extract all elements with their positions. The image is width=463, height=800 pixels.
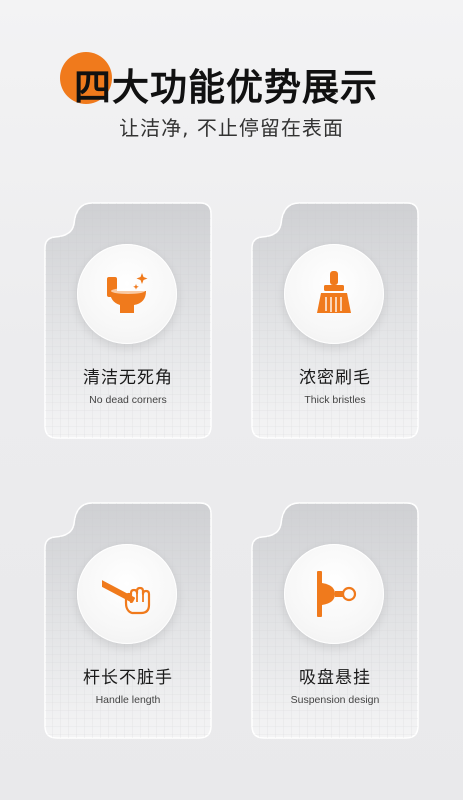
title-wrap: 四大功能优势展示: [60, 52, 400, 109]
feature-title: 浓密刷毛: [299, 368, 371, 388]
suction-hook-icon: [317, 571, 357, 617]
feature-subtitle: Thick bristles: [304, 394, 366, 406]
feature-card-clean: 清洁无死角 No dead corners: [44, 202, 212, 440]
header: 四大功能优势展示 让洁净, 不止停留在表面: [0, 0, 463, 150]
feature-title: 吸盘悬挂: [299, 668, 371, 688]
toilet-icon: [107, 273, 148, 313]
icon-badge: [284, 544, 384, 644]
feature-title: 清洁无死角: [83, 368, 173, 388]
icon-badge: [77, 244, 177, 344]
page-subtitle: 让洁净, 不止停留在表面: [119, 116, 344, 140]
feature-card-bristles: 浓密刷毛 Thick bristles: [251, 202, 419, 440]
hand-handle-icon: [102, 579, 151, 615]
icon-badge: [77, 544, 177, 644]
brush-icon: [317, 271, 351, 313]
feature-title: 杆长不脏手: [83, 668, 173, 688]
feature-subtitle: No dead corners: [89, 394, 167, 406]
feature-subtitle: Suspension design: [290, 694, 380, 706]
page-title: 四大功能优势展示: [74, 66, 378, 109]
feature-subtitle: Handle length: [95, 694, 161, 706]
feature-card-suspension: 吸盘悬挂 Suspension design: [251, 502, 419, 740]
feature-card-handle: 杆长不脏手 Handle length: [44, 502, 212, 740]
icon-badge: [284, 244, 384, 344]
